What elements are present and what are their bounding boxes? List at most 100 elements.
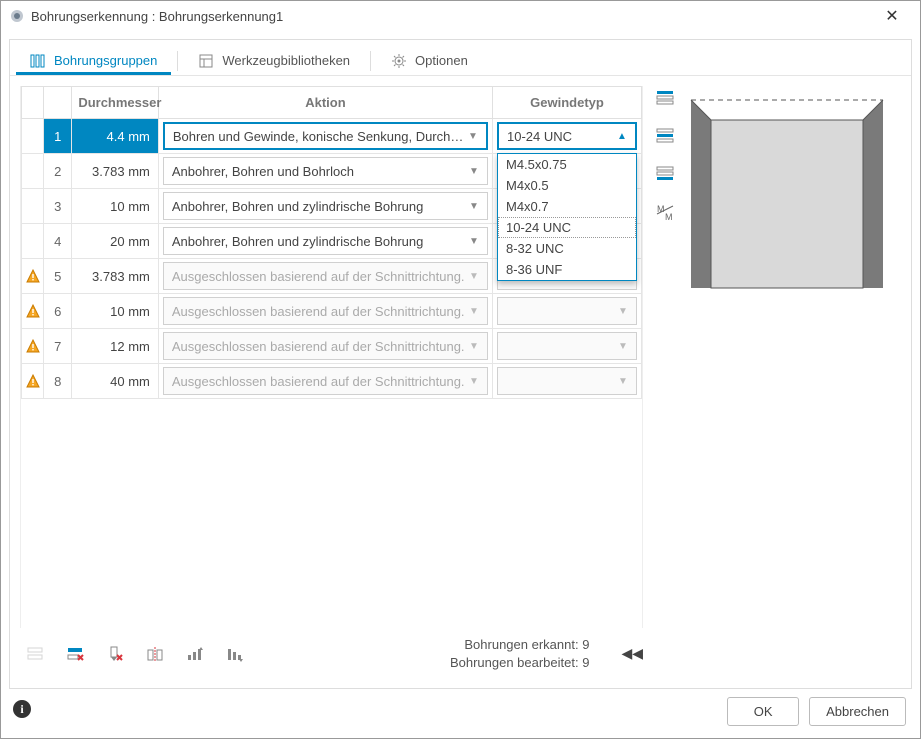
cell-action: Anbohrer, Bohren und Bohrloch▼ (158, 154, 492, 189)
thread-option[interactable]: 8-32 UNC (498, 238, 636, 259)
thread-option[interactable]: M4x0.5 (498, 175, 636, 196)
side-tools: MM (647, 76, 683, 688)
cell-diameter: 10 mm (72, 189, 159, 224)
cell-row-number: 3 (44, 189, 72, 224)
cell-warn (22, 364, 44, 399)
action-select[interactable]: Anbohrer, Bohren und Bohrloch▼ (163, 157, 488, 185)
body: Durchmesser Aktion Gewindetyp 14.4 mmBoh… (10, 76, 911, 688)
thread-select[interactable]: 10-24 UNC▲ (497, 122, 637, 150)
thread-option[interactable]: M4.5x0.75 (498, 154, 636, 175)
cell-row-number: 5 (44, 259, 72, 294)
window-title: Bohrungserkennung : Bohrungserkennung1 (31, 9, 283, 24)
cell-diameter: 12 mm (72, 329, 159, 364)
ok-button[interactable]: OK (727, 697, 799, 726)
toolbar-remove-tool-icon[interactable] (104, 643, 126, 665)
toolbar-sort-desc-icon[interactable] (224, 643, 246, 665)
app-icon (9, 8, 25, 24)
edited-value: 9 (582, 655, 589, 670)
action-select[interactable]: Anbohrer, Bohren und zylindrische Bohrun… (163, 227, 488, 255)
cell-row-number: 7 (44, 329, 72, 364)
chevron-down-icon: ▼ (467, 201, 481, 212)
cell-action: Ausgeschlossen basierend auf der Schnitt… (158, 364, 492, 399)
tab-label: Werkzeugbibliotheken (222, 53, 350, 68)
table-row[interactable]: 14.4 mmBohren und Gewinde, konische Senk… (22, 119, 642, 154)
cell-thread: 10-24 UNC▲M4.5x0.75M4x0.5M4x0.710-24 UNC… (493, 119, 642, 154)
tab-bohrungsgruppen[interactable]: Bohrungsgruppen (16, 48, 171, 74)
cell-action: Anbohrer, Bohren und zylindrische Bohrun… (158, 224, 492, 259)
tab-separator (370, 51, 371, 71)
cell-action: Ausgeschlossen basierend auf der Schnitt… (158, 259, 492, 294)
cell-warn (22, 224, 44, 259)
cell-diameter: 20 mm (72, 224, 159, 259)
left-column: Durchmesser Aktion Gewindetyp 14.4 mmBoh… (10, 76, 647, 688)
toolbar-split-icon[interactable] (144, 643, 166, 665)
cell-row-number: 2 (44, 154, 72, 189)
tab-label: Bohrungsgruppen (54, 53, 157, 68)
cell-diameter: 3.783 mm (72, 259, 159, 294)
cell-thread: ▼ (493, 364, 642, 399)
preview-panel (683, 76, 911, 688)
recognized-label: Bohrungen erkannt: (464, 637, 578, 652)
chevron-down-icon: ▼ (467, 236, 481, 247)
sidetool-filter-1-icon[interactable] (653, 86, 677, 110)
thread-dropdown[interactable]: M4.5x0.75M4x0.5M4x0.710-24 UNC8-32 UNC8-… (497, 153, 637, 281)
sidetool-filter-3-icon[interactable] (653, 162, 677, 186)
col-header-warn (22, 87, 44, 119)
action-select[interactable]: Anbohrer, Bohren und zylindrische Bohrun… (163, 192, 488, 220)
action-select-value: Ausgeschlossen basierend auf der Schnitt… (172, 339, 467, 354)
cancel-button[interactable]: Abbrechen (809, 697, 906, 726)
table-toolbar: Bohrungen erkannt: 9 Bohrungen bearbeite… (20, 628, 643, 678)
info-icon[interactable]: i (13, 700, 31, 718)
action-select-value: Anbohrer, Bohren und zylindrische Bohrun… (172, 199, 467, 214)
recognized-value: 9 (582, 637, 589, 652)
cell-thread: ▼ (493, 294, 642, 329)
tab-werkzeugbibliothek[interactable]: Werkzeugbibliotheken (184, 48, 364, 74)
cell-row-number: 1 (44, 119, 72, 154)
cell-diameter: 4.4 mm (72, 119, 159, 154)
close-button[interactable]: ✕ (872, 1, 912, 31)
dialog-frame: Bohrungsgruppen Werkzeugbibliotheken Opt… (9, 39, 912, 689)
cell-thread: ▼ (493, 329, 642, 364)
thread-select: ▼ (497, 332, 637, 360)
thread-select: ▼ (497, 297, 637, 325)
footer-buttons: OK Abbrechen (727, 697, 906, 726)
col-header-diameter[interactable]: Durchmesser (72, 87, 159, 119)
col-header-action[interactable]: Aktion (158, 87, 492, 119)
action-select-value: Ausgeschlossen basierend auf der Schnitt… (172, 304, 467, 319)
gear-icon (391, 53, 407, 69)
tab-optionen[interactable]: Optionen (377, 48, 482, 74)
groups-icon (30, 53, 46, 69)
action-select-value: Anbohrer, Bohren und zylindrische Bohrun… (172, 234, 467, 249)
thread-option[interactable]: 10-24 UNC (498, 217, 636, 238)
sidetool-metric-icon[interactable]: MM (653, 200, 677, 224)
action-select-value: Anbohrer, Bohren und Bohrloch (172, 164, 467, 179)
sidetool-filter-2-icon[interactable] (653, 124, 677, 148)
rewind-icon[interactable]: ◀◀ (621, 645, 643, 662)
cell-warn (22, 189, 44, 224)
col-header-num (44, 87, 72, 119)
chevron-down-icon: ▼ (616, 306, 630, 317)
chevron-down-icon: ▼ (467, 271, 481, 282)
cell-action: Ausgeschlossen basierend auf der Schnitt… (158, 329, 492, 364)
thread-option[interactable]: M4x0.7 (498, 196, 636, 217)
thread-option[interactable]: 8-36 UNF (498, 259, 636, 280)
action-select[interactable]: Bohren und Gewinde, konische Senkung, Du… (163, 122, 488, 150)
edited-label: Bohrungen bearbeitet: (450, 655, 579, 670)
cell-warn (22, 294, 44, 329)
svg-text:M: M (665, 212, 673, 222)
chevron-down-icon: ▼ (467, 306, 481, 317)
table-row[interactable]: 840 mmAusgeschlossen basierend auf der S… (22, 364, 642, 399)
cell-row-number: 6 (44, 294, 72, 329)
toolbar-remove-row-icon[interactable] (64, 643, 86, 665)
cell-row-number: 4 (44, 224, 72, 259)
action-select: Ausgeschlossen basierend auf der Schnitt… (163, 262, 488, 290)
chevron-up-icon: ▲ (615, 131, 629, 142)
action-select: Ausgeschlossen basierend auf der Schnitt… (163, 297, 488, 325)
cell-warn (22, 259, 44, 294)
table-row[interactable]: 712 mm Ausgeschlossen basierend auf der S… (22, 329, 642, 364)
table-row[interactable]: 610 mmAusgeschlossen basierend auf der S… (22, 294, 642, 329)
toolbar-sort-asc-icon[interactable] (184, 643, 206, 665)
action-select: Ausgeschlossen basierend auf der Schnitt… (163, 367, 488, 395)
col-header-thread[interactable]: Gewindetyp (493, 87, 642, 119)
holes-table: Durchmesser Aktion Gewindetyp 14.4 mmBoh… (21, 86, 642, 399)
